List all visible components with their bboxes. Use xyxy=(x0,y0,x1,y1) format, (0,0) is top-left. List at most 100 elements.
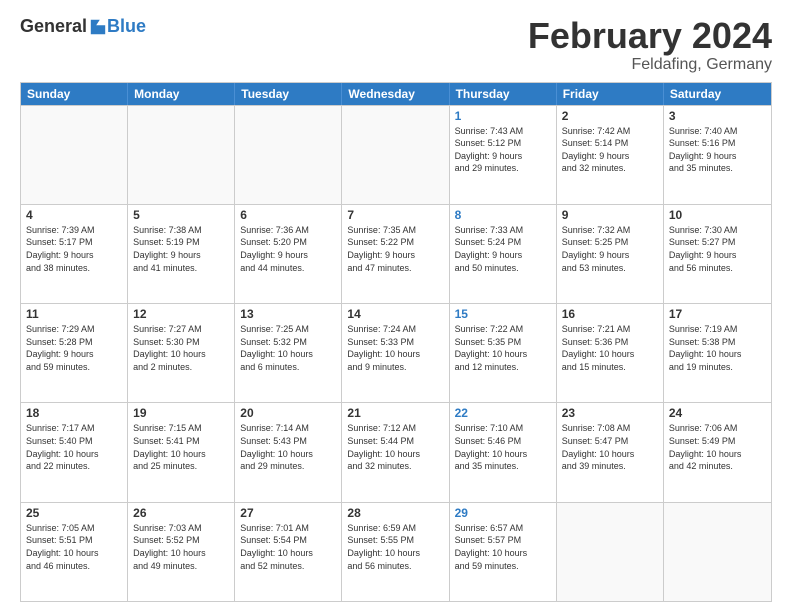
cal-cell: 10 Sunrise: 7:30 AM Sunset: 5:27 PM Dayli… xyxy=(664,205,771,303)
day-number: 5 xyxy=(133,208,229,222)
day-number: 10 xyxy=(669,208,766,222)
cell-info: Sunrise: 7:21 AM Sunset: 5:36 PM Dayligh… xyxy=(562,323,658,373)
day-number: 7 xyxy=(347,208,443,222)
cell-info: Sunrise: 7:24 AM Sunset: 5:33 PM Dayligh… xyxy=(347,323,443,373)
cell-info: Sunrise: 7:17 AM Sunset: 5:40 PM Dayligh… xyxy=(26,422,122,472)
day-number: 11 xyxy=(26,307,122,321)
day-number: 19 xyxy=(133,406,229,420)
cell-info: Sunrise: 7:05 AM Sunset: 5:51 PM Dayligh… xyxy=(26,522,122,572)
cell-info: Sunrise: 7:40 AM Sunset: 5:16 PM Dayligh… xyxy=(669,125,766,175)
cal-cell: 6 Sunrise: 7:36 AM Sunset: 5:20 PM Daylig… xyxy=(235,205,342,303)
cal-cell: 25 Sunrise: 7:05 AM Sunset: 5:51 PM Dayli… xyxy=(21,503,128,601)
cell-info: Sunrise: 7:19 AM Sunset: 5:38 PM Dayligh… xyxy=(669,323,766,373)
day-number: 21 xyxy=(347,406,443,420)
header-day-thursday: Thursday xyxy=(450,83,557,105)
day-number: 2 xyxy=(562,109,658,123)
cal-cell xyxy=(664,503,771,601)
day-number: 12 xyxy=(133,307,229,321)
day-number: 8 xyxy=(455,208,551,222)
cell-info: Sunrise: 6:57 AM Sunset: 5:57 PM Dayligh… xyxy=(455,522,551,572)
day-number: 28 xyxy=(347,506,443,520)
day-number: 9 xyxy=(562,208,658,222)
calendar-row-0: 1 Sunrise: 7:43 AM Sunset: 5:12 PM Daylig… xyxy=(21,105,771,204)
day-number: 4 xyxy=(26,208,122,222)
day-number: 18 xyxy=(26,406,122,420)
cal-cell xyxy=(128,106,235,204)
day-number: 17 xyxy=(669,307,766,321)
cell-info: Sunrise: 7:29 AM Sunset: 5:28 PM Dayligh… xyxy=(26,323,122,373)
cell-info: Sunrise: 7:03 AM Sunset: 5:52 PM Dayligh… xyxy=(133,522,229,572)
cal-cell: 29 Sunrise: 6:57 AM Sunset: 5:57 PM Dayli… xyxy=(450,503,557,601)
logo-text: General Blue xyxy=(20,16,146,37)
cell-info: Sunrise: 7:12 AM Sunset: 5:44 PM Dayligh… xyxy=(347,422,443,472)
cal-cell: 11 Sunrise: 7:29 AM Sunset: 5:28 PM Dayli… xyxy=(21,304,128,402)
cell-info: Sunrise: 7:42 AM Sunset: 5:14 PM Dayligh… xyxy=(562,125,658,175)
header: General Blue February 2024 Feldafing, Ge… xyxy=(20,16,772,74)
cell-info: Sunrise: 7:30 AM Sunset: 5:27 PM Dayligh… xyxy=(669,224,766,274)
cal-cell: 19Sunrise: 7:15 AM Sunset: 5:41 PM Dayli… xyxy=(128,403,235,501)
cal-cell: 23 Sunrise: 7:08 AM Sunset: 5:47 PM Dayli… xyxy=(557,403,664,501)
cal-cell: 2 Sunrise: 7:42 AM Sunset: 5:14 PM Daylig… xyxy=(557,106,664,204)
cal-cell: 3 Sunrise: 7:40 AM Sunset: 5:16 PM Daylig… xyxy=(664,106,771,204)
day-number: 27 xyxy=(240,506,336,520)
page: General Blue February 2024 Feldafing, Ge… xyxy=(0,0,792,612)
day-number: 29 xyxy=(455,506,551,520)
cal-cell: 15 Sunrise: 7:22 AM Sunset: 5:35 PM Dayli… xyxy=(450,304,557,402)
cal-cell: 24Sunrise: 7:06 AM Sunset: 5:49 PM Dayli… xyxy=(664,403,771,501)
header-day-tuesday: Tuesday xyxy=(235,83,342,105)
cal-cell: 12 Sunrise: 7:27 AM Sunset: 5:30 PM Dayli… xyxy=(128,304,235,402)
day-number: 3 xyxy=(669,109,766,123)
cal-cell: 27 Sunrise: 7:01 AM Sunset: 5:54 PM Dayli… xyxy=(235,503,342,601)
cal-cell xyxy=(235,106,342,204)
day-number: 26 xyxy=(133,506,229,520)
cal-cell: 20Sunrise: 7:14 AM Sunset: 5:43 PM Dayli… xyxy=(235,403,342,501)
cell-info: Sunrise: 7:22 AM Sunset: 5:35 PM Dayligh… xyxy=(455,323,551,373)
calendar-row-4: 25 Sunrise: 7:05 AM Sunset: 5:51 PM Dayli… xyxy=(21,502,771,601)
cal-cell: 26 Sunrise: 7:03 AM Sunset: 5:52 PM Dayli… xyxy=(128,503,235,601)
calendar-title: February 2024 xyxy=(528,16,772,56)
header-day-saturday: Saturday xyxy=(664,83,771,105)
day-number: 6 xyxy=(240,208,336,222)
cell-info: Sunrise: 7:10 AM Sunset: 5:46 PM Dayligh… xyxy=(455,422,551,472)
cell-info: Sunrise: 7:14 AM Sunset: 5:43 PM Dayligh… xyxy=(240,422,336,472)
calendar-row-2: 11 Sunrise: 7:29 AM Sunset: 5:28 PM Dayli… xyxy=(21,303,771,402)
day-number: 25 xyxy=(26,506,122,520)
logo-flag-icon xyxy=(89,18,107,36)
cal-cell: 7 Sunrise: 7:35 AM Sunset: 5:22 PM Daylig… xyxy=(342,205,449,303)
cell-info: Sunrise: 7:08 AM Sunset: 5:47 PM Dayligh… xyxy=(562,422,658,472)
calendar-header: SundayMondayTuesdayWednesdayThursdayFrid… xyxy=(21,83,771,105)
header-day-sunday: Sunday xyxy=(21,83,128,105)
cell-info: Sunrise: 7:36 AM Sunset: 5:20 PM Dayligh… xyxy=(240,224,336,274)
cal-cell: 1 Sunrise: 7:43 AM Sunset: 5:12 PM Daylig… xyxy=(450,106,557,204)
header-day-monday: Monday xyxy=(128,83,235,105)
day-number: 15 xyxy=(455,307,551,321)
cell-info: Sunrise: 7:43 AM Sunset: 5:12 PM Dayligh… xyxy=(455,125,551,175)
calendar-row-3: 18 Sunrise: 7:17 AM Sunset: 5:40 PM Dayli… xyxy=(21,402,771,501)
calendar-row-1: 4Sunrise: 7:39 AM Sunset: 5:17 PM Daylig… xyxy=(21,204,771,303)
cal-cell: 4Sunrise: 7:39 AM Sunset: 5:17 PM Daylig… xyxy=(21,205,128,303)
cal-cell xyxy=(342,106,449,204)
logo: General Blue xyxy=(20,16,146,37)
cal-cell: 17 Sunrise: 7:19 AM Sunset: 5:38 PM Dayli… xyxy=(664,304,771,402)
cal-cell: 18 Sunrise: 7:17 AM Sunset: 5:40 PM Dayli… xyxy=(21,403,128,501)
cal-cell: 13Sunrise: 7:25 AM Sunset: 5:32 PM Dayli… xyxy=(235,304,342,402)
cal-cell xyxy=(557,503,664,601)
cell-info: Sunrise: 7:32 AM Sunset: 5:25 PM Dayligh… xyxy=(562,224,658,274)
day-number: 1 xyxy=(455,109,551,123)
calendar-body: 1 Sunrise: 7:43 AM Sunset: 5:12 PM Daylig… xyxy=(21,105,771,601)
cal-cell: 16 Sunrise: 7:21 AM Sunset: 5:36 PM Dayli… xyxy=(557,304,664,402)
title-block: February 2024 Feldafing, Germany xyxy=(528,16,772,74)
cell-info: Sunrise: 7:38 AM Sunset: 5:19 PM Dayligh… xyxy=(133,224,229,274)
day-number: 16 xyxy=(562,307,658,321)
header-day-friday: Friday xyxy=(557,83,664,105)
cal-cell: 5 Sunrise: 7:38 AM Sunset: 5:19 PM Daylig… xyxy=(128,205,235,303)
header-day-wednesday: Wednesday xyxy=(342,83,449,105)
cell-info: Sunrise: 7:27 AM Sunset: 5:30 PM Dayligh… xyxy=(133,323,229,373)
cell-info: Sunrise: 7:35 AM Sunset: 5:22 PM Dayligh… xyxy=(347,224,443,274)
day-number: 23 xyxy=(562,406,658,420)
calendar-subtitle: Feldafing, Germany xyxy=(528,56,772,74)
cell-info: Sunrise: 7:33 AM Sunset: 5:24 PM Dayligh… xyxy=(455,224,551,274)
cell-info: Sunrise: 7:01 AM Sunset: 5:54 PM Dayligh… xyxy=(240,522,336,572)
cell-info: Sunrise: 7:06 AM Sunset: 5:49 PM Dayligh… xyxy=(669,422,766,472)
cal-cell: 21 Sunrise: 7:12 AM Sunset: 5:44 PM Dayli… xyxy=(342,403,449,501)
